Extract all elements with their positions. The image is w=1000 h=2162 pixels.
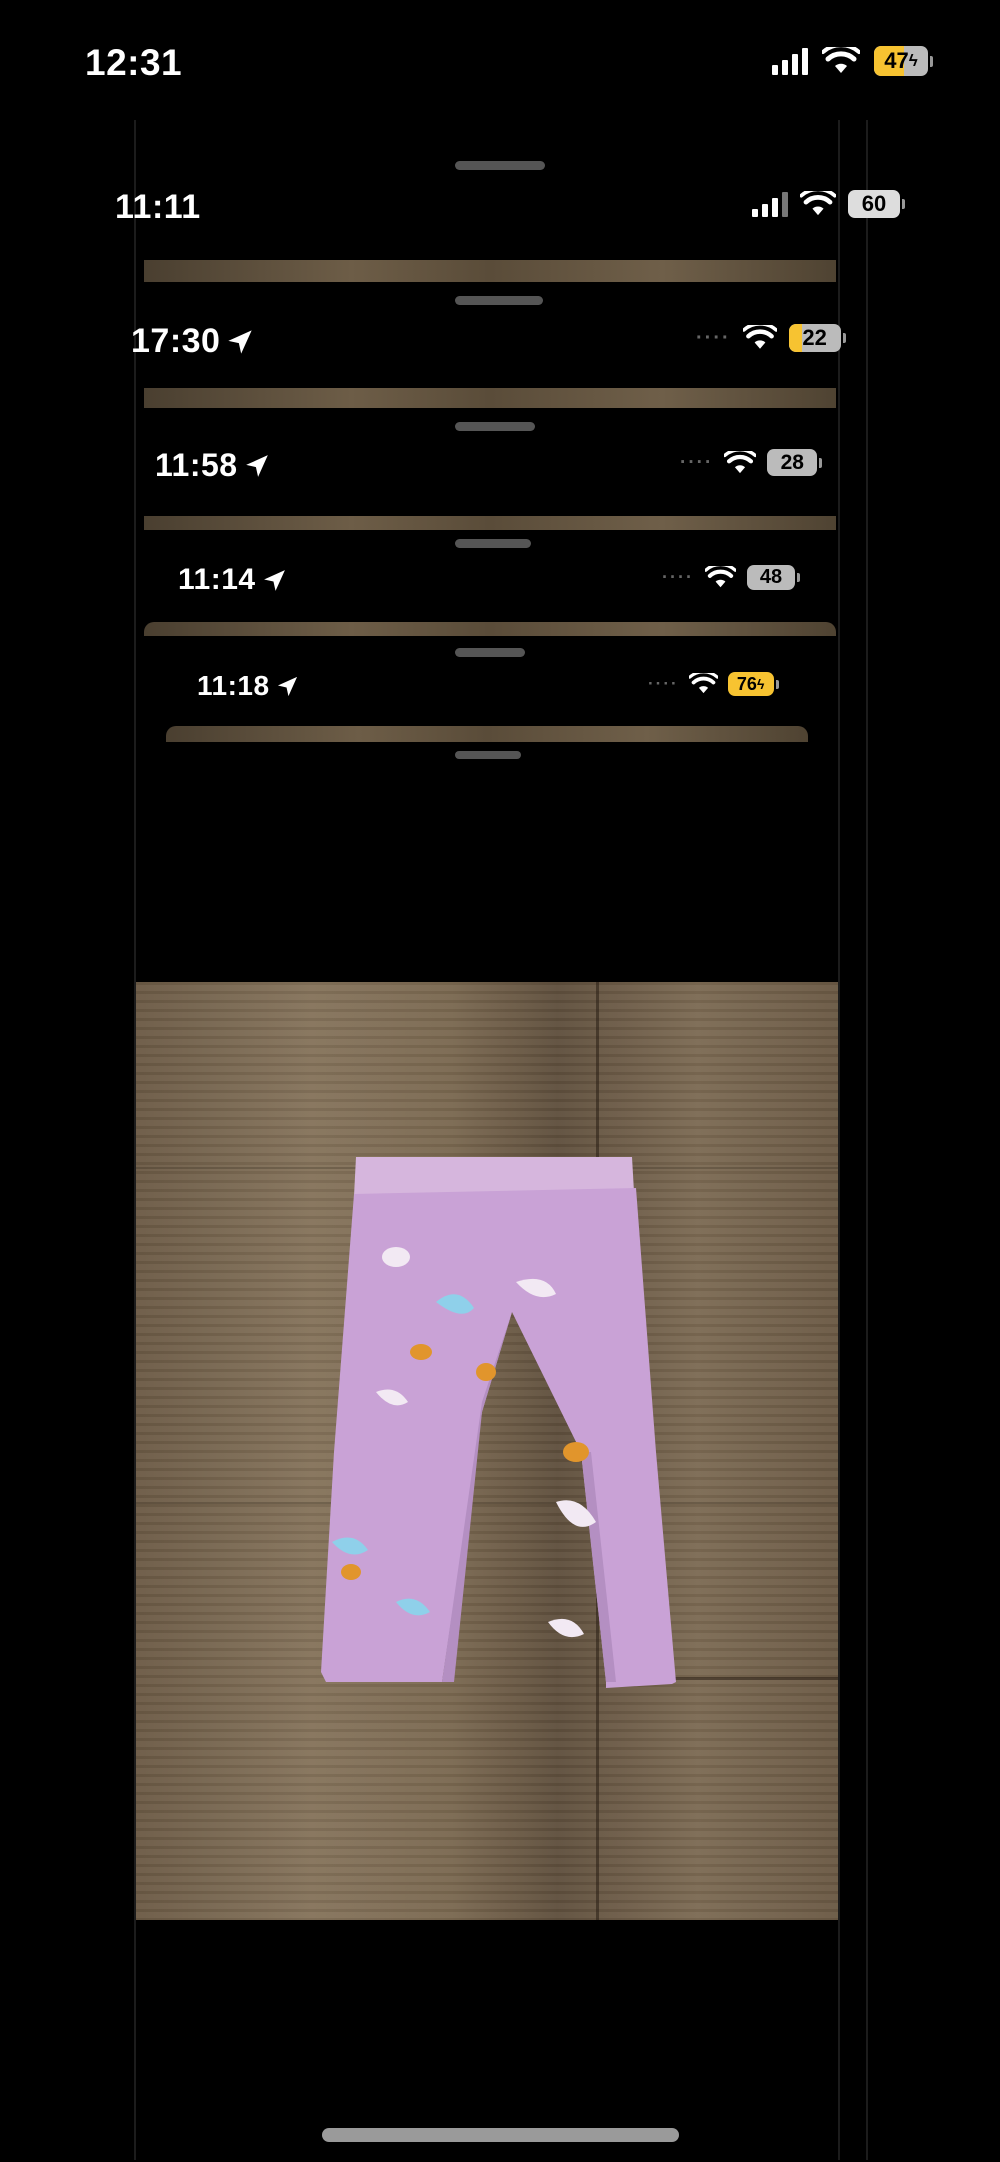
screenshot-indicators: ···· 22 [696,324,846,352]
stack-edge-far-right [866,120,868,2160]
signal-dots: ···· [648,674,679,693]
sheet-grabber[interactable] [455,539,531,548]
photo-preview-strip [144,260,836,282]
battery-percent: 60 [861,191,887,216]
photo-preview-strip [144,622,836,636]
battery-icon: 28 [767,449,818,476]
screenshot-time-label: 17:30 [131,322,221,360]
photo-preview-strip [166,726,808,742]
product-photo[interactable] [136,982,838,1920]
screenshot-time: 11:18 [197,670,299,702]
screenshot-indicators: ···· 48 [662,565,800,590]
battery-icon: 22 [788,324,841,352]
stack-edge-right [838,120,840,2160]
battery-icon: 47 ϟ [874,46,928,76]
cellular-signal-icon [772,47,808,75]
screenshot-time: 11:11 [115,188,201,226]
wifi-icon [742,325,777,349]
screenshot-time: 11:14 [178,563,287,597]
wifi-icon [800,191,836,216]
battery-percent: 48 [759,566,783,588]
battery-percent: 47 [884,48,909,73]
photo-preview-strip [144,516,836,530]
screenshot-indicators: 60 [752,190,905,218]
location-arrow-icon [245,454,268,477]
battery-icon: 48 [746,565,795,590]
screenshot-indicators: ···· 28 [680,449,823,476]
sheet-grabber[interactable] [455,161,545,170]
location-arrow-icon [228,329,253,354]
location-arrow-icon [277,676,297,696]
status-time: 12:31 [85,42,183,83]
wifi-icon [822,47,860,73]
sheet-grabber[interactable] [455,648,525,657]
battery-icon: 60 [848,190,900,218]
screenshot-time: 17:30 [131,322,254,361]
screenshot-time-label: 11:58 [155,447,238,483]
home-indicator[interactable] [322,2128,679,2142]
sheet-grabber[interactable] [455,296,543,305]
leggings-illustration [321,1157,676,1688]
signal-dots: ···· [662,567,694,587]
screenshot-indicators: ···· 76 ϟ [648,672,779,696]
signal-dots: ···· [680,451,714,473]
status-indicators: 47 ϟ [772,46,933,76]
wifi-icon [688,673,718,694]
battery-percent: 76 [736,673,757,694]
battery-percent: 28 [780,450,804,474]
screenshot-time-label: 11:14 [178,563,256,596]
cellular-signal-icon [752,191,788,217]
screenshot-time: 11:58 [155,447,270,484]
sheet-grabber[interactable] [455,751,521,759]
sheet-grabber[interactable] [455,422,535,431]
screenshot-time-label: 11:18 [197,670,270,701]
wifi-icon [704,566,736,588]
signal-dots: ···· [696,326,731,349]
photo-preview-strip [144,388,836,408]
wifi-icon [724,450,757,473]
charging-bolt-icon: ϟ [756,676,765,692]
battery-percent: 22 [802,325,827,350]
location-arrow-icon [263,569,285,591]
battery-icon: 76 ϟ [727,672,774,696]
charging-bolt-icon: ϟ [908,51,918,70]
main-status-bar: 12:31 47 ϟ [0,0,1000,120]
